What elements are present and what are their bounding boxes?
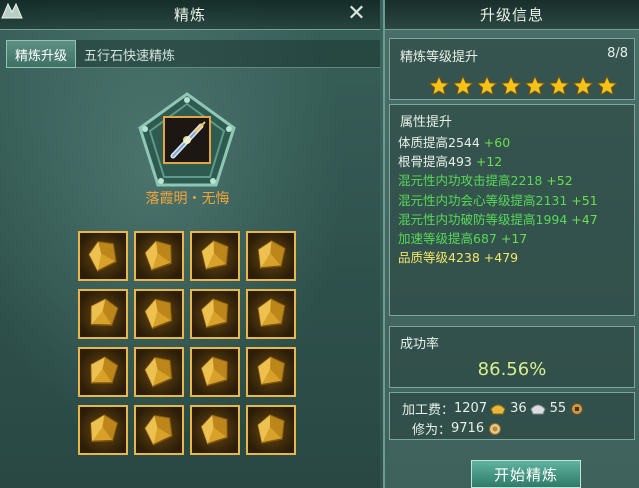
material-slot[interactable] (134, 289, 184, 339)
gold-ore-icon (144, 356, 173, 388)
close-icon[interactable]: ✕ (346, 3, 368, 25)
attribute-line: 根骨提高493 +12 (398, 154, 503, 170)
star-icon (596, 75, 618, 96)
material-slot[interactable] (134, 347, 184, 397)
success-rate-value: 86.56% (477, 359, 547, 380)
material-slot[interactable] (78, 405, 128, 455)
material-slot[interactable] (190, 405, 240, 455)
tab-refine-upgrade[interactable]: 精炼升级 (6, 40, 77, 68)
equipment-slot[interactable] (163, 116, 211, 164)
gold-ingot-icon (490, 404, 506, 414)
gold-ore-icon (200, 298, 229, 329)
attribute-line: 混元性内功会心等级提高2131 +51 (398, 192, 598, 208)
gold-ore-icon (257, 240, 286, 269)
star-rating (428, 75, 618, 97)
gold-ore-icon (200, 414, 228, 445)
cost-row: 加工费： 1207 36 55 (402, 399, 589, 418)
sword-icon (165, 118, 209, 162)
material-slot[interactable] (78, 347, 128, 397)
cost-box: 加工费： 1207 36 55 修为： 9716 (389, 392, 635, 440)
refine-title: 精炼 (173, 6, 206, 24)
tab-quick-refine[interactable]: 五行石快速精炼 (76, 40, 183, 68)
gold-amount: 1207 (454, 401, 488, 416)
copper-amount: 55 (549, 401, 567, 416)
material-slot[interactable] (246, 405, 296, 455)
attribute-list: 体质提高2544 +60 根骨提高493 +12 混元性内功攻击提高2218 +… (398, 133, 630, 267)
star-icon (500, 75, 522, 96)
material-slot[interactable] (190, 289, 240, 339)
attribute-line: 体质提高2544 +60 (398, 135, 511, 150)
cultivation-label: 修为： (412, 423, 452, 438)
attribute-line: 混元性内功破防等级提高1994 +47 (398, 211, 598, 227)
success-rate-box: 成功率 86.56% (389, 326, 635, 388)
gold-ore-icon (90, 414, 119, 443)
logo-icon (1, 2, 23, 19)
material-slot[interactable] (190, 347, 240, 397)
gold-ore-icon (257, 414, 285, 444)
material-slot[interactable] (246, 289, 296, 339)
refine-title-bar: 精炼 ✕ (0, 0, 380, 30)
refine-panel: 精炼 ✕ 精炼升级 五行石快速精炼 落霞明・无悔 (0, 0, 380, 488)
material-slot[interactable] (78, 289, 128, 339)
material-grid (78, 231, 298, 455)
gold-ore-icon (144, 414, 173, 446)
attribute-line: 加速等级提高687 +17 (398, 230, 528, 246)
refine-level-count: 8/8 (607, 46, 628, 61)
attribute-box: 属性提升 体质提高2544 +60 根骨提高493 +12 混元性内功攻击提高2… (389, 104, 635, 316)
attribute-line: 品质等级4238 +479 (398, 250, 519, 266)
cultivation-row: 修为： 9716 (412, 419, 507, 438)
success-rate-label: 成功率 (400, 337, 440, 352)
star-icon (476, 75, 498, 96)
silver-ingot-icon (530, 404, 546, 414)
copper-coin-icon (571, 402, 584, 415)
material-slot[interactable] (134, 405, 184, 455)
gold-ore-icon (257, 298, 286, 328)
silver-amount: 36 (510, 401, 527, 416)
upgrade-info-title: 升级信息 (479, 6, 544, 24)
material-slot[interactable] (78, 231, 128, 281)
start-refine-button[interactable]: 开始精炼 (471, 460, 581, 488)
gold-ore-icon (88, 240, 117, 272)
cost-label: 加工费： (402, 403, 455, 418)
gold-ore-icon (200, 356, 228, 387)
cultivation-value: 9716 (451, 421, 485, 436)
upgrade-info-title-bar: 升级信息 (385, 0, 639, 30)
gold-ore-icon (201, 240, 229, 271)
attribute-line: 混元性内功攻击提高2218 +52 (398, 173, 573, 189)
item-name: 落霞明・无悔 (145, 191, 230, 207)
gold-ore-icon (90, 298, 119, 327)
gold-ore-icon (144, 240, 172, 272)
star-icon (572, 75, 594, 96)
star-icon (524, 75, 546, 96)
gold-ore-icon (90, 356, 119, 384)
refine-tabs: 精炼升级 五行石快速精炼 (6, 40, 380, 68)
refine-level-label: 精炼等级提升 (400, 50, 479, 65)
cultivation-icon (489, 422, 502, 435)
refine-level-box: 精炼等级提升 8/8 (389, 38, 635, 100)
material-slot[interactable] (190, 231, 240, 281)
star-icon (428, 75, 450, 96)
attribute-title: 属性提升 (400, 115, 453, 130)
material-slot[interactable] (246, 231, 296, 281)
material-slot[interactable] (134, 231, 184, 281)
gold-ore-icon (257, 356, 286, 386)
upgrade-info-panel: 升级信息 精炼等级提升 8/8 属性提升 体质提高2544 +60 根骨提高49… (383, 0, 639, 488)
gold-ore-icon (144, 298, 173, 330)
star-icon (452, 75, 474, 96)
material-slot[interactable] (246, 347, 296, 397)
star-icon (548, 75, 570, 96)
